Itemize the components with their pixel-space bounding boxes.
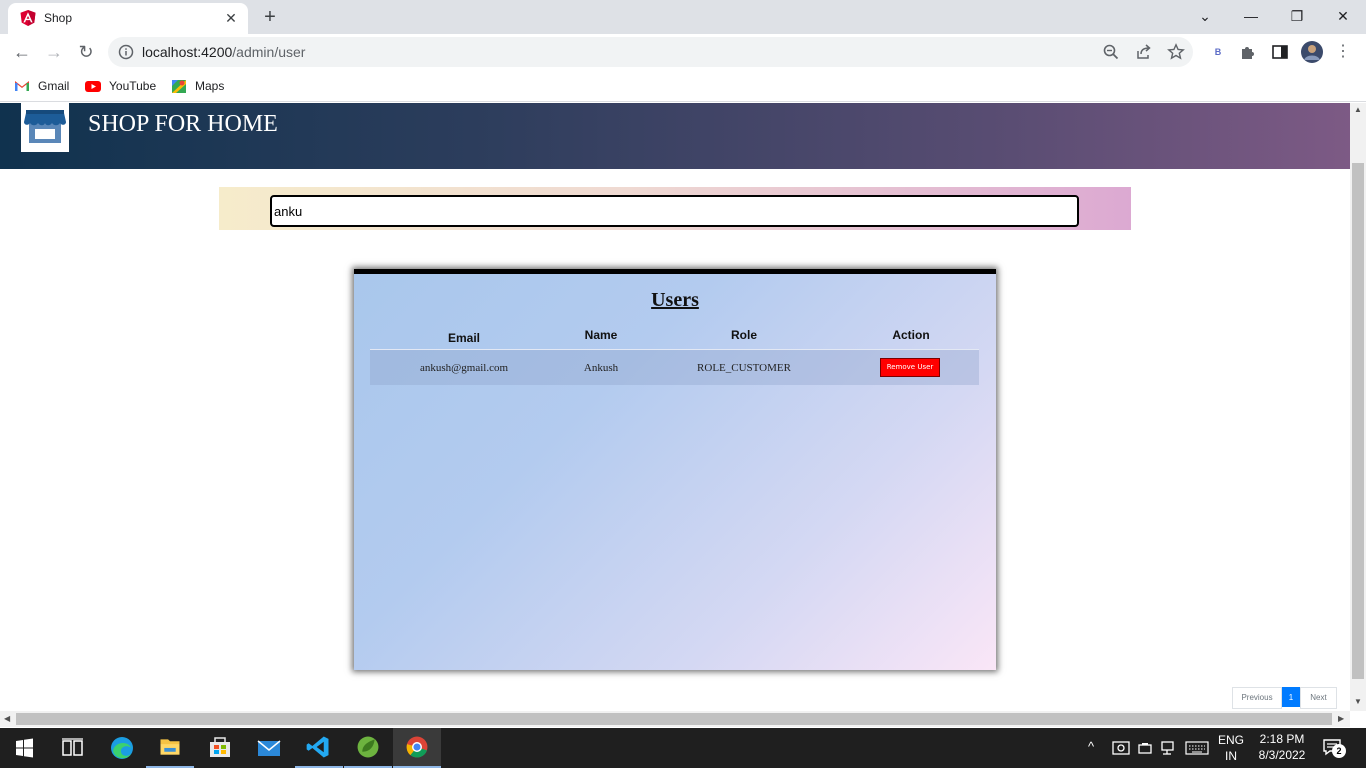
- youtube-icon: [85, 81, 101, 92]
- browser-tab[interactable]: Shop ✕: [8, 3, 248, 34]
- column-header-action: Action: [892, 328, 930, 342]
- pagination-page-current[interactable]: 1: [1282, 687, 1300, 707]
- language-indicator[interactable]: ENG IN: [1216, 733, 1246, 763]
- file-explorer-icon[interactable]: [146, 728, 194, 768]
- site-info-icon[interactable]: [118, 44, 134, 60]
- tab-title: Shop: [44, 11, 73, 25]
- forward-button[interactable]: →: [40, 38, 68, 66]
- pagination-previous[interactable]: Previous: [1232, 687, 1282, 709]
- users-card: Users Email Name Role Action ankush@gmai…: [354, 269, 996, 670]
- bookmarks-bar: Gmail YouTube Maps: [0, 70, 1366, 102]
- notification-count-badge: 2: [1332, 744, 1346, 758]
- notification-center-icon[interactable]: 2: [1322, 738, 1346, 760]
- chrome-menu-icon[interactable]: ⋮: [1334, 43, 1352, 61]
- bookmark-label: Maps: [195, 79, 225, 93]
- address-bar[interactable]: localhost:4200/admin/user: [108, 37, 1193, 67]
- table-row: ankush@gmail.com Ankush ROLE_CUSTOMER Re…: [370, 349, 979, 385]
- shop-logo[interactable]: [21, 103, 69, 152]
- share-icon[interactable]: [1135, 43, 1153, 61]
- back-button[interactable]: ←: [8, 38, 36, 66]
- extensions-puzzle-icon[interactable]: [1239, 43, 1257, 61]
- page-viewport: SHOP FOR HOME Users Email Name Role Acti…: [0, 103, 1350, 711]
- microsoft-store-icon[interactable]: [196, 728, 244, 768]
- browser-tab-strip: Shop ✕ + ⌄ — ❐ ✕: [0, 0, 1366, 34]
- url-text: localhost:4200/admin/user: [142, 44, 305, 60]
- angular-icon: [20, 10, 36, 26]
- windows-start-icon[interactable]: [0, 728, 48, 768]
- tab-close-icon[interactable]: ✕: [222, 9, 240, 27]
- browser-toolbar: ← → ↻ localhost:4200/admin/user B ⋮: [0, 34, 1366, 70]
- column-header-role: Role: [730, 328, 758, 342]
- battery-icon[interactable]: [1136, 740, 1154, 756]
- side-panel-icon[interactable]: [1271, 43, 1289, 61]
- task-view-icon[interactable]: [48, 728, 96, 768]
- network-icon[interactable]: [1160, 740, 1178, 756]
- url-host: localhost:4200: [142, 44, 233, 60]
- bookmark-gmail[interactable]: Gmail: [14, 76, 69, 96]
- site-title: SHOP FOR HOME: [88, 111, 278, 137]
- search-input[interactable]: [270, 195, 1079, 227]
- scroll-down-arrow-icon[interactable]: ▼: [1354, 697, 1362, 706]
- chrome-taskbar-icon[interactable]: [393, 728, 441, 768]
- search-bar: [219, 187, 1131, 230]
- new-tab-button[interactable]: +: [258, 5, 282, 29]
- column-header-name: Name: [584, 328, 618, 342]
- bookmark-star-icon[interactable]: [1167, 43, 1185, 61]
- spring-tool-suite-icon[interactable]: [344, 728, 392, 768]
- site-header: SHOP FOR HOME: [0, 103, 1350, 169]
- pagination-next[interactable]: Next: [1300, 687, 1337, 709]
- cell-email: ankush@gmail.com: [419, 362, 509, 374]
- cell-role: ROLE_CUSTOMER: [697, 362, 791, 374]
- reload-button[interactable]: ↻: [72, 38, 100, 66]
- bookmark-maps[interactable]: Maps: [171, 76, 224, 96]
- bookmark-label: Gmail: [38, 79, 70, 93]
- minimize-button[interactable]: —: [1228, 0, 1274, 32]
- zoom-icon[interactable]: [1102, 43, 1120, 61]
- mail-icon[interactable]: [245, 728, 293, 768]
- clock-date: 8/3/2022: [1258, 748, 1306, 762]
- remove-user-button[interactable]: Remove User: [880, 358, 940, 377]
- scroll-up-arrow-icon[interactable]: ▲: [1354, 105, 1362, 114]
- language-code: ENG: [1217, 733, 1244, 747]
- tab-search-icon[interactable]: ⌄: [1182, 0, 1228, 32]
- bookmark-youtube[interactable]: YouTube: [85, 76, 156, 96]
- vertical-scrollbar[interactable]: ▲ ▼: [1350, 103, 1366, 711]
- extension-badge-icon[interactable]: B: [1209, 43, 1227, 61]
- vscode-icon[interactable]: [295, 728, 343, 768]
- tray-overflow-icon[interactable]: ^: [1088, 739, 1094, 754]
- horizontal-scroll-thumb[interactable]: [16, 713, 1332, 725]
- tray-app-icon[interactable]: [1112, 740, 1130, 756]
- scroll-left-arrow-icon[interactable]: ◀: [4, 714, 10, 723]
- url-path: /admin/user: [232, 44, 306, 60]
- clock[interactable]: 2:18 PM 8/3/2022: [1252, 732, 1312, 762]
- cell-name: Ankush: [583, 362, 619, 374]
- keyboard-icon[interactable]: [1185, 740, 1209, 756]
- users-title: Users: [651, 289, 699, 311]
- scroll-right-arrow-icon[interactable]: ▶: [1338, 714, 1344, 723]
- maps-icon: [172, 80, 186, 93]
- restore-button[interactable]: ❐: [1274, 0, 1320, 32]
- close-window-button[interactable]: ✕: [1320, 0, 1366, 32]
- windows-taskbar: ^ ENG IN 2:18 PM 8/3/2022 2: [0, 728, 1366, 768]
- edge-browser-icon[interactable]: [98, 728, 146, 768]
- store-icon: [24, 110, 66, 143]
- horizontal-scrollbar[interactable]: ◀ ▶: [0, 711, 1350, 727]
- clock-time: 2:18 PM: [1259, 732, 1305, 746]
- column-header-email: Email: [447, 331, 481, 345]
- region-code: IN: [1225, 749, 1237, 763]
- gmail-icon: [15, 81, 29, 91]
- bookmark-label: YouTube: [109, 79, 157, 93]
- profile-avatar-icon[interactable]: [1301, 41, 1323, 63]
- vertical-scroll-thumb[interactable]: [1352, 163, 1364, 679]
